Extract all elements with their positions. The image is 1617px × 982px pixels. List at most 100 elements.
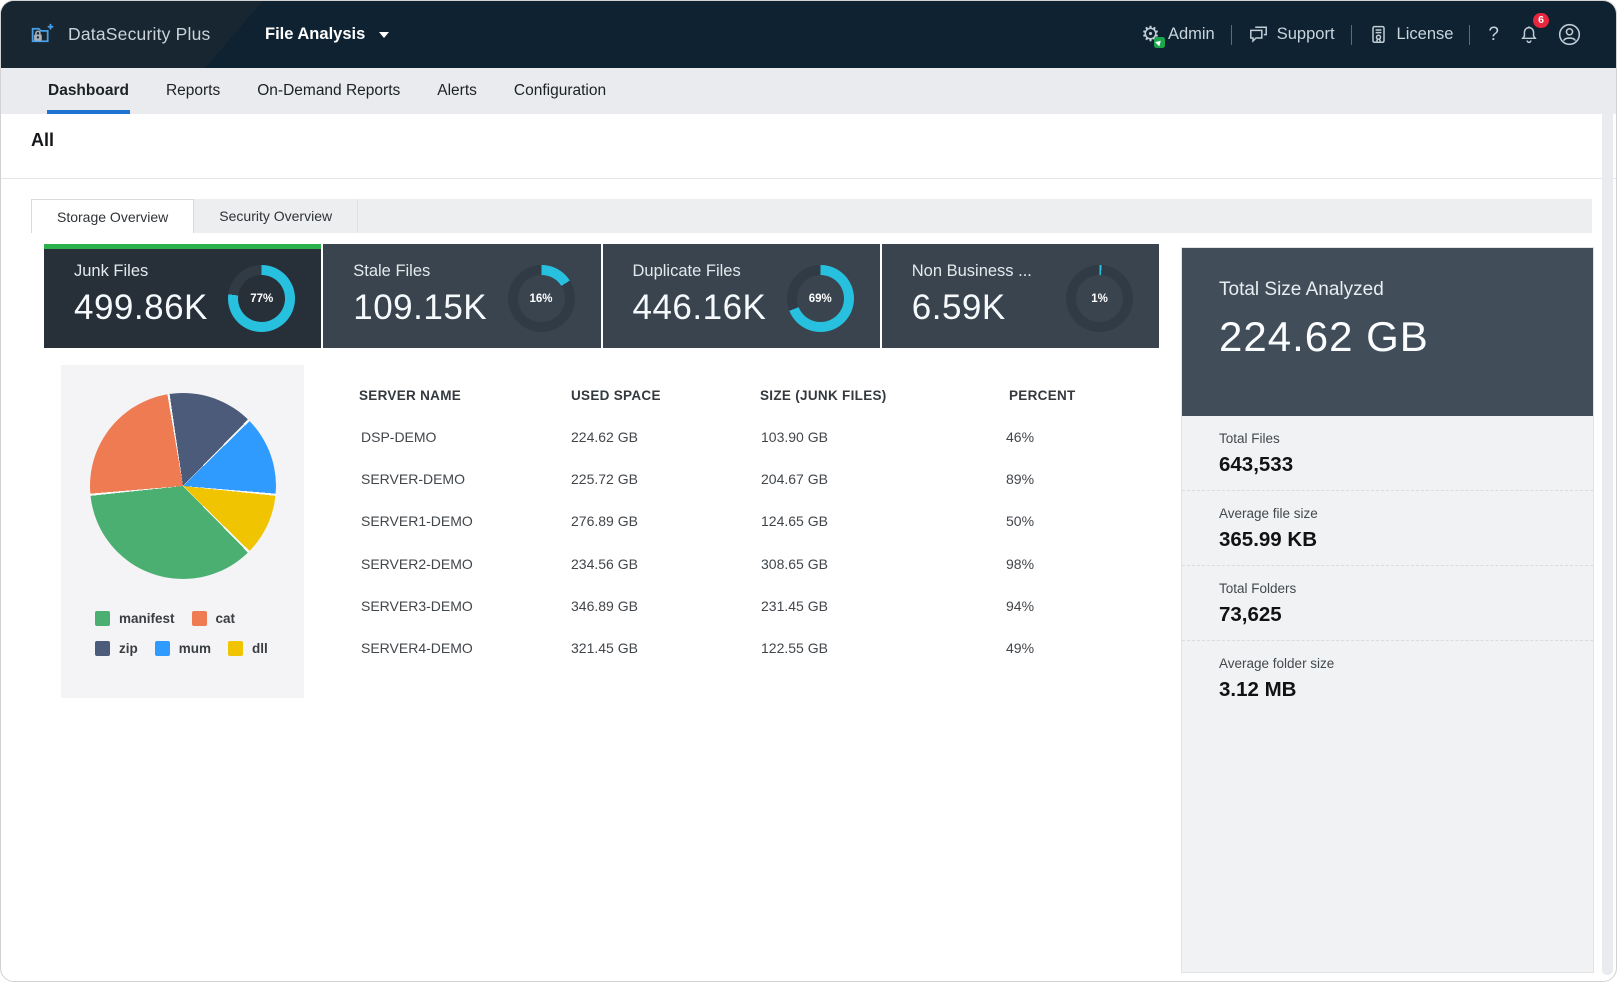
stat-value: 365.99 KB: [1219, 528, 1593, 552]
kpi-donut-gauge: 77%: [228, 265, 295, 332]
kpi-donut-percent: 1%: [1066, 265, 1133, 332]
primary-tab[interactable]: Alerts: [437, 68, 477, 114]
top-navbar: DataSecurity Plus File Analysis ⚙ Admin: [1, 1, 1616, 68]
primary-tab-label: On-Demand Reports: [257, 82, 400, 100]
table-header-row: SERVER NAMEUSED SPACESIZE (JUNK FILES)PE…: [341, 374, 1141, 416]
pie-legend: manifest cat zip mum dll: [95, 611, 304, 656]
notification-count-badge: 6: [1533, 13, 1549, 28]
legend-label: dll: [252, 641, 268, 656]
app-window: DataSecurity Plus File Analysis ⚙ Admin: [0, 0, 1617, 982]
divider: [1351, 25, 1352, 45]
summary-panel: Total Size Analyzed 224.62 GB Total File…: [1181, 247, 1594, 973]
kpi-card[interactable]: Duplicate Files 446.16K 69%: [603, 244, 880, 348]
junk-size-cell: 124.65 GB: [743, 513, 989, 529]
legend-label: cat: [216, 611, 236, 626]
percent-cell: 46%: [989, 429, 1141, 445]
divider: [1469, 25, 1470, 45]
table-row: SERVER-DEMO 225.72 GB 204.67 GB 89%: [341, 458, 1141, 500]
license-link[interactable]: License: [1368, 24, 1454, 45]
summary-stat: Average file size 365.99 KB: [1182, 490, 1593, 565]
notifications-button[interactable]: 6: [1518, 24, 1540, 46]
percent-cell: 94%: [989, 598, 1141, 614]
primary-tab-label: Configuration: [514, 82, 606, 100]
table-body: DSP-DEMO 224.62 GB 103.90 GB 46% SERVER-…: [341, 416, 1141, 669]
legend-label: mum: [179, 641, 211, 656]
vertical-scrollbar[interactable]: [1602, 70, 1613, 975]
chevron-down-icon: [379, 32, 389, 38]
legend-label: manifest: [119, 611, 175, 626]
primary-tab-label: Reports: [166, 82, 220, 100]
legend-swatch: [192, 611, 207, 626]
brand[interactable]: DataSecurity Plus: [1, 1, 263, 68]
table-row: SERVER1-DEMO 276.89 GB 124.65 GB 50%: [341, 500, 1141, 542]
primary-tab[interactable]: On-Demand Reports: [257, 68, 400, 114]
kpi-card[interactable]: Stale Files 109.15K 16%: [323, 244, 600, 348]
pie-legend-item[interactable]: manifest: [95, 611, 175, 626]
summary-header: Total Size Analyzed 224.62 GB: [1182, 248, 1593, 416]
used-space-cell: 225.72 GB: [553, 471, 743, 487]
pie-legend-row: manifest cat: [95, 611, 304, 626]
pie-legend-item[interactable]: dll: [228, 641, 268, 656]
summary-stat: Average folder size 3.12 MB: [1182, 640, 1593, 715]
product-logo-icon: [29, 21, 56, 48]
admin-link[interactable]: ⚙ Admin: [1141, 24, 1215, 45]
server-name-cell: DSP-DEMO: [341, 429, 553, 445]
primary-tab-label: Dashboard: [48, 82, 129, 100]
stat-label: Average folder size: [1219, 656, 1593, 671]
gear-icon: ⚙: [1141, 24, 1160, 45]
view-tab-label: Security Overview: [219, 208, 332, 224]
percent-cell: 89%: [989, 471, 1141, 487]
legend-swatch: [95, 641, 110, 656]
support-label: Support: [1277, 25, 1335, 44]
help-button[interactable]: ?: [1486, 24, 1501, 46]
module-switcher[interactable]: File Analysis: [265, 1, 389, 68]
stat-label: Total Files: [1219, 431, 1593, 446]
user-avatar[interactable]: [1557, 22, 1582, 47]
summary-header-label: Total Size Analyzed: [1219, 279, 1593, 301]
server-name-cell: SERVER1-DEMO: [341, 513, 553, 529]
junk-size-cell: 103.90 GB: [743, 429, 989, 445]
kpi-donut-percent: 77%: [228, 265, 295, 332]
summary-stats: Total Files 643,533 Average file size 36…: [1182, 416, 1593, 715]
primary-tab[interactable]: Reports: [166, 68, 220, 114]
pie-legend-item[interactable]: cat: [192, 611, 236, 626]
pie-legend-item[interactable]: mum: [155, 641, 211, 656]
stat-label: Average file size: [1219, 506, 1593, 521]
kpi-card[interactable]: Non Business ... 6.59K 1%: [882, 244, 1159, 348]
support-link[interactable]: Support: [1248, 24, 1335, 45]
summary-header-value: 224.62 GB: [1219, 313, 1593, 361]
legend-swatch: [228, 641, 243, 656]
kpi-row: Junk Files 499.86K 77% Stale Files 109.1…: [44, 244, 1159, 348]
used-space-cell: 224.62 GB: [553, 429, 743, 445]
percent-cell: 98%: [989, 556, 1141, 572]
junk-size-cell: 231.45 GB: [743, 598, 989, 614]
license-label: License: [1397, 25, 1454, 44]
legend-label: zip: [119, 641, 138, 656]
file-type-chart-card: manifest cat zip mum dll: [61, 365, 304, 698]
kpi-donut-percent: 16%: [508, 265, 575, 332]
file-types-pie-chart[interactable]: [90, 393, 276, 579]
table-header-cell: SIZE (JUNK FILES): [743, 388, 989, 403]
server-name-cell: SERVER-DEMO: [341, 471, 553, 487]
kpi-donut-gauge: 69%: [787, 265, 854, 332]
view-tab[interactable]: Storage Overview: [31, 199, 194, 233]
server-name-cell: SERVER4-DEMO: [341, 640, 553, 656]
primary-tab[interactable]: Dashboard: [48, 68, 129, 114]
pie-legend-row: zip mum dll: [95, 641, 304, 656]
legend-swatch: [155, 641, 170, 656]
pie-legend-item[interactable]: zip: [95, 641, 138, 656]
percent-cell: 49%: [989, 640, 1141, 656]
primary-tab-label: Alerts: [437, 82, 477, 100]
table-row: SERVER3-DEMO 346.89 GB 231.45 GB 94%: [341, 585, 1141, 627]
view-tab[interactable]: Security Overview: [194, 199, 358, 233]
percent-cell: 50%: [989, 513, 1141, 529]
navbar-actions: ⚙ Admin Support: [1141, 1, 1582, 68]
table-row: SERVER4-DEMO 321.45 GB 122.55 GB 49%: [341, 627, 1141, 669]
divider: [1, 178, 1616, 179]
view-tab-label: Storage Overview: [57, 209, 168, 225]
kpi-card[interactable]: Junk Files 499.86K 77%: [44, 244, 321, 348]
primary-tab[interactable]: Configuration: [514, 68, 606, 114]
junk-size-cell: 204.67 GB: [743, 471, 989, 487]
server-name-cell: SERVER3-DEMO: [341, 598, 553, 614]
server-table: SERVER NAMEUSED SPACESIZE (JUNK FILES)PE…: [341, 374, 1141, 669]
